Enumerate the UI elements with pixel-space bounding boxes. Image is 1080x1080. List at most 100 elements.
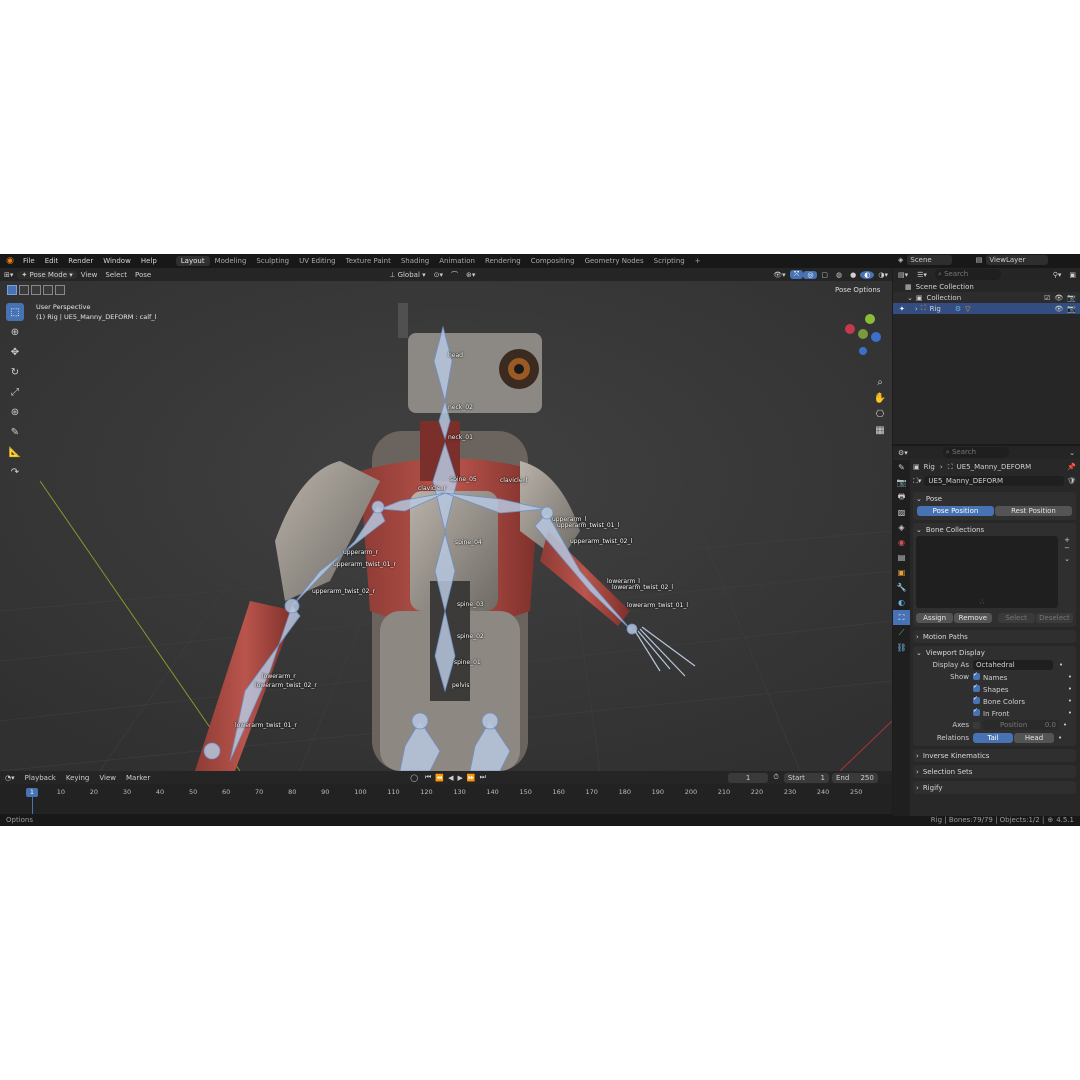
bend-icon[interactable]: ↷: [6, 463, 24, 481]
remove-collection-icon[interactable]: −: [1061, 544, 1073, 552]
wireframe-shading-icon[interactable]: ◍: [832, 271, 846, 279]
pose-position-button[interactable]: Pose Position: [917, 506, 994, 516]
bone-collections-list[interactable]: ∴: [916, 536, 1058, 608]
show-names-checkbox[interactable]: Names: [973, 671, 1007, 682]
bone-tab-icon[interactable]: ⟋: [893, 625, 910, 640]
outliner-display-mode-icon[interactable]: ☰▾: [913, 271, 931, 279]
menu-file[interactable]: File: [18, 257, 40, 265]
xray-icon[interactable]: ▢: [817, 271, 832, 279]
tab-scripting[interactable]: Scripting: [649, 256, 690, 266]
show-in-front-checkbox[interactable]: In Front: [973, 707, 1009, 718]
prev-key-icon[interactable]: ⏪: [433, 774, 446, 782]
axes-checkbox[interactable]: [973, 721, 980, 729]
material-shading-icon[interactable]: ◐: [860, 270, 875, 279]
scene-tab-icon[interactable]: ◈: [893, 520, 910, 535]
properties-editor-icon[interactable]: ⚙▾: [893, 449, 913, 457]
menu-render[interactable]: Render: [63, 257, 98, 265]
tab-texture-paint[interactable]: Texture Paint: [341, 256, 396, 266]
editor-type-icon[interactable]: ⊞▾: [0, 271, 17, 279]
animate-dot-icon[interactable]: •: [1068, 709, 1072, 717]
animate-dot-icon[interactable]: •: [1068, 673, 1072, 681]
current-frame-field[interactable]: 1: [727, 772, 769, 783]
render-tab-icon[interactable]: 📷: [893, 475, 910, 490]
gizmo-icon[interactable]: ⤧: [789, 270, 804, 279]
status-options[interactable]: Options: [0, 816, 33, 824]
motion-paths-header[interactable]: › Motion Paths: [913, 630, 1076, 643]
3d-viewport[interactable]: User Perspective (1) Rig | UE5_Manny_DEF…: [0, 281, 892, 771]
select-subtract-icon[interactable]: [31, 285, 41, 295]
deselect-button[interactable]: Deselect: [1035, 613, 1073, 623]
animate-dot-icon[interactable]: •: [1058, 734, 1062, 742]
overlay-icon[interactable]: ◎: [803, 270, 818, 279]
show-shapes-checkbox[interactable]: Shapes: [973, 683, 1009, 694]
world-tab-icon[interactable]: ◉: [893, 535, 910, 550]
relations-head-button[interactable]: Head: [1014, 732, 1054, 743]
new-collection-icon[interactable]: ▣: [1065, 271, 1080, 279]
end-frame-field[interactable]: End 250: [831, 772, 878, 783]
pivot-icon[interactable]: ⊙▾: [430, 271, 447, 279]
timeline-ruler[interactable]: 10 20 30 40 50 60 70 80 90 100 110 120 130 140 150 160 1…: [0, 786, 892, 798]
select-intersect-icon[interactable]: [55, 285, 65, 295]
menu-timeline-view[interactable]: View: [94, 774, 121, 782]
bone-collections-header[interactable]: ⌄ Bone Collections: [913, 523, 1076, 536]
add-workspace-icon[interactable]: +: [690, 256, 706, 266]
tab-compositing[interactable]: Compositing: [526, 256, 580, 266]
display-as-dropdown[interactable]: Octahedral: [973, 660, 1053, 670]
snap-icon[interactable]: ⌒: [447, 270, 462, 280]
animate-dot-icon[interactable]: •: [1063, 721, 1067, 729]
animate-dot-icon[interactable]: •: [1059, 661, 1063, 669]
outliner-scene-collection[interactable]: ▦ Scene Collection: [893, 281, 1080, 292]
tab-uv-editing[interactable]: UV Editing: [294, 256, 341, 266]
tab-rendering[interactable]: Rendering: [480, 256, 526, 266]
proportional-icon[interactable]: ⊛▾: [462, 271, 479, 279]
physics-tab-icon[interactable]: ◐: [893, 595, 910, 610]
scale-icon[interactable]: ⤢: [6, 383, 24, 401]
add-collection-icon[interactable]: +: [1061, 536, 1073, 544]
tool-tab-icon[interactable]: ✎: [893, 460, 910, 475]
collection-tab-icon[interactable]: ▤: [893, 550, 910, 565]
menu-keying[interactable]: Keying: [61, 774, 95, 782]
fake-user-icon[interactable]: 🛡: [1067, 477, 1076, 485]
select-button[interactable]: Select: [997, 613, 1035, 623]
pan-hand-icon[interactable]: ✋: [873, 393, 887, 407]
rest-position-button[interactable]: Rest Position: [995, 506, 1072, 516]
jump-end-icon[interactable]: ⏭: [478, 773, 488, 782]
jump-start-icon[interactable]: ⏮: [423, 773, 433, 782]
rendered-shading-icon[interactable]: ◑▾: [874, 271, 892, 279]
camera-icon[interactable]: 📷: [1067, 305, 1076, 313]
select-extend-icon[interactable]: [19, 285, 29, 295]
play-reverse-icon[interactable]: ◀: [446, 774, 455, 782]
play-icon[interactable]: ▶: [455, 774, 464, 782]
remove-button[interactable]: Remove: [954, 613, 992, 623]
axes-position-field[interactable]: Position 0.0: [983, 720, 1059, 730]
tab-modeling[interactable]: Modeling: [210, 256, 252, 266]
outliner-rig[interactable]: ✦ › ⛶ Rig ⚙ ▽ 👁 📷: [893, 303, 1080, 314]
outliner-search[interactable]: ⌕ Search: [934, 269, 1001, 280]
show-bone-colors-checkbox[interactable]: Bone Colors: [973, 695, 1025, 706]
measure-icon[interactable]: 📐: [6, 443, 24, 461]
select-invert-icon[interactable]: [43, 285, 53, 295]
pose-panel-header[interactable]: ⌄ Pose: [913, 492, 1076, 505]
tab-geometry-nodes[interactable]: Geometry Nodes: [580, 256, 649, 266]
blender-logo-icon[interactable]: ◉: [5, 256, 15, 266]
select-new-icon[interactable]: [7, 285, 17, 295]
tab-shading[interactable]: Shading: [396, 256, 434, 266]
bone-constraint-tab-icon[interactable]: ⛓: [893, 640, 910, 655]
rotate-icon[interactable]: ↻: [6, 363, 24, 381]
grid-icon[interactable]: ▦: [873, 425, 887, 439]
navigation-gizmo[interactable]: [838, 309, 888, 359]
mode-dropdown[interactable]: ✦ Pose Mode ▾: [17, 270, 77, 279]
playhead[interactable]: 1: [26, 788, 38, 797]
start-frame-field[interactable]: Start 1: [783, 772, 829, 783]
menu-window[interactable]: Window: [98, 257, 136, 265]
eye-icon[interactable]: 👁: [1054, 294, 1063, 302]
menu-view[interactable]: View: [77, 271, 102, 279]
menu-pose[interactable]: Pose: [131, 271, 155, 279]
rigify-header[interactable]: › Rigify: [913, 781, 1076, 794]
zoom-icon[interactable]: ⌕: [873, 377, 887, 391]
visibility-icon[interactable]: 👁▾: [769, 271, 789, 279]
scene-name[interactable]: Scene: [907, 255, 952, 265]
viewport-display-header[interactable]: ⌄ Viewport Display: [913, 646, 1076, 659]
view-layer-tab-icon[interactable]: ▨: [893, 505, 910, 520]
pin-icon[interactable]: 📌: [1067, 463, 1076, 471]
